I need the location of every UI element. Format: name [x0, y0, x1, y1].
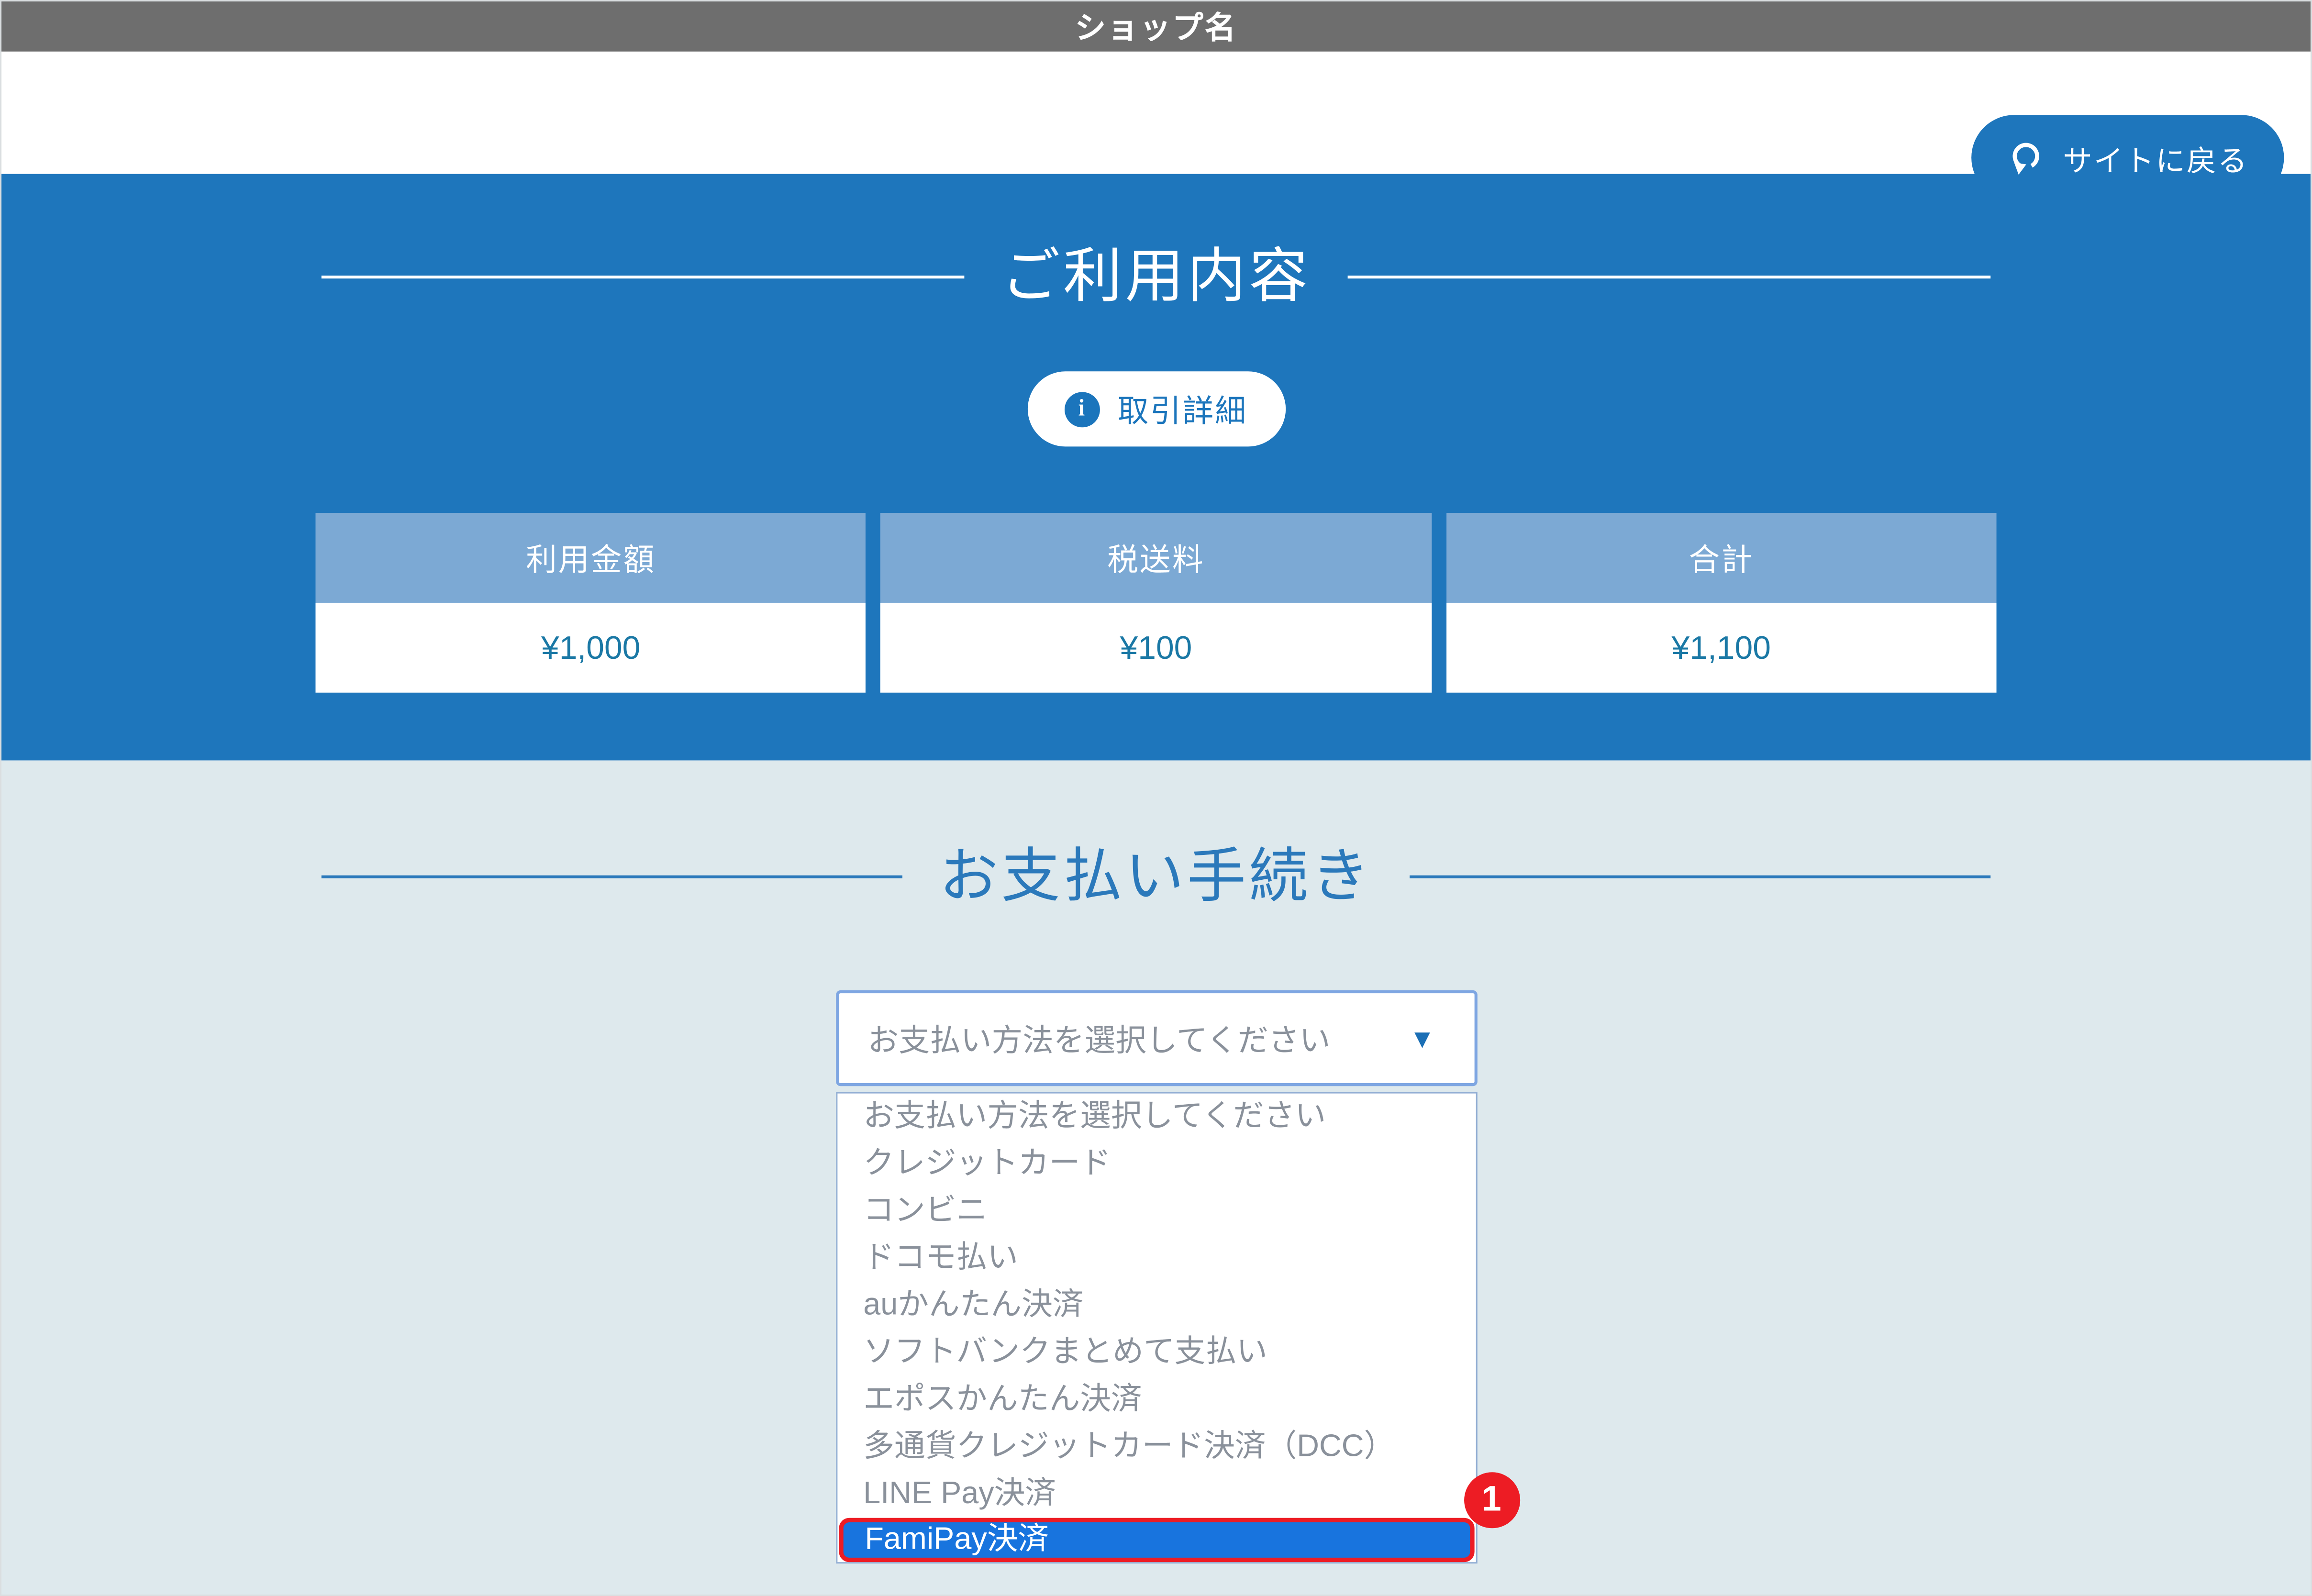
amount-value: ¥1,000 [315, 603, 866, 693]
payment-option[interactable]: お支払い方法を選択してください [837, 1094, 1475, 1141]
amount-column: 利用金額 ¥1,000 [315, 513, 866, 693]
checkout-page: ショップ名 サイトに戻る ご利用内容 i 取引詳細 利用金額 [0, 0, 2312, 1596]
heading-rule-right [1348, 276, 1991, 278]
info-icon: i [1065, 391, 1100, 427]
payment-title: お支払い手続き [939, 840, 1373, 914]
heading-rule-right [1410, 876, 1990, 878]
payment-method-select-value: お支払い方法を選択してください [868, 1016, 1331, 1060]
payment-option[interactable]: 多通貨クレジットカード決済（DCC） [837, 1424, 1475, 1471]
payment-section: お支払い手続き お支払い方法を選択してください ▼ お支払い方法を選択してくださ… [0, 760, 2312, 1596]
heading-rule-left [322, 876, 902, 878]
shop-name: ショップ名 [1075, 4, 1237, 48]
total-column: 合計 ¥1,100 [1446, 513, 1996, 693]
annotation-step-badge: 1 [1464, 1472, 1520, 1528]
back-to-site-button[interactable]: サイトに戻る [1971, 115, 2284, 200]
payment-method-dropdown: お支払い方法を選択してください クレジットカード コンビニ ドコモ払い auかん… [835, 1092, 1477, 1564]
payment-option[interactable]: ドコモ払い [837, 1235, 1475, 1282]
heading-rule-left [322, 276, 965, 278]
tax-shipping-column: 税送料 ¥100 [881, 513, 1431, 693]
amount-header: 利用金額 [315, 513, 866, 603]
total-value: ¥1,100 [1446, 603, 1996, 693]
tax-shipping-value: ¥100 [881, 603, 1431, 693]
payment-option-famipay-selected[interactable]: FamiPay決済 [838, 1518, 1474, 1562]
payment-option[interactable]: LINE Pay決済 [837, 1471, 1475, 1518]
total-header: 合計 [1446, 513, 1996, 603]
dropdown-arrow-icon: ▼ [1409, 1025, 1435, 1051]
usage-section-heading: ご利用内容 [322, 174, 1990, 314]
payment-option[interactable]: auかんたん決済 [837, 1282, 1475, 1330]
return-arrow-icon [2007, 139, 2045, 177]
payment-option[interactable]: エポスかんたん決済 [837, 1376, 1475, 1424]
transaction-detail-button[interactable]: i 取引詳細 [1027, 371, 1285, 446]
shop-name-bar: ショップ名 [0, 0, 2312, 52]
payment-option[interactable]: ソフトバンクまとめて支払い [837, 1329, 1475, 1376]
amount-summary-table: 利用金額 ¥1,000 税送料 ¥100 合計 ¥1,100 [315, 513, 1996, 693]
payment-option[interactable]: コンビニ [837, 1188, 1475, 1235]
tax-shipping-header: 税送料 [881, 513, 1431, 603]
payment-section-heading: お支払い手続き [322, 760, 1990, 913]
payment-option[interactable]: クレジットカード [837, 1141, 1475, 1188]
sub-header-bar: サイトに戻る [0, 52, 2312, 174]
usage-section: ご利用内容 i 取引詳細 利用金額 ¥1,000 税送料 ¥100 合計 ¥1,… [0, 174, 2312, 760]
back-to-site-label: サイトに戻る [2063, 136, 2248, 179]
transaction-detail-label: 取引詳細 [1118, 387, 1247, 431]
usage-title: ご利用内容 [1001, 240, 1311, 314]
payment-method-select[interactable]: お支払い方法を選択してください ▼ [835, 990, 1477, 1086]
